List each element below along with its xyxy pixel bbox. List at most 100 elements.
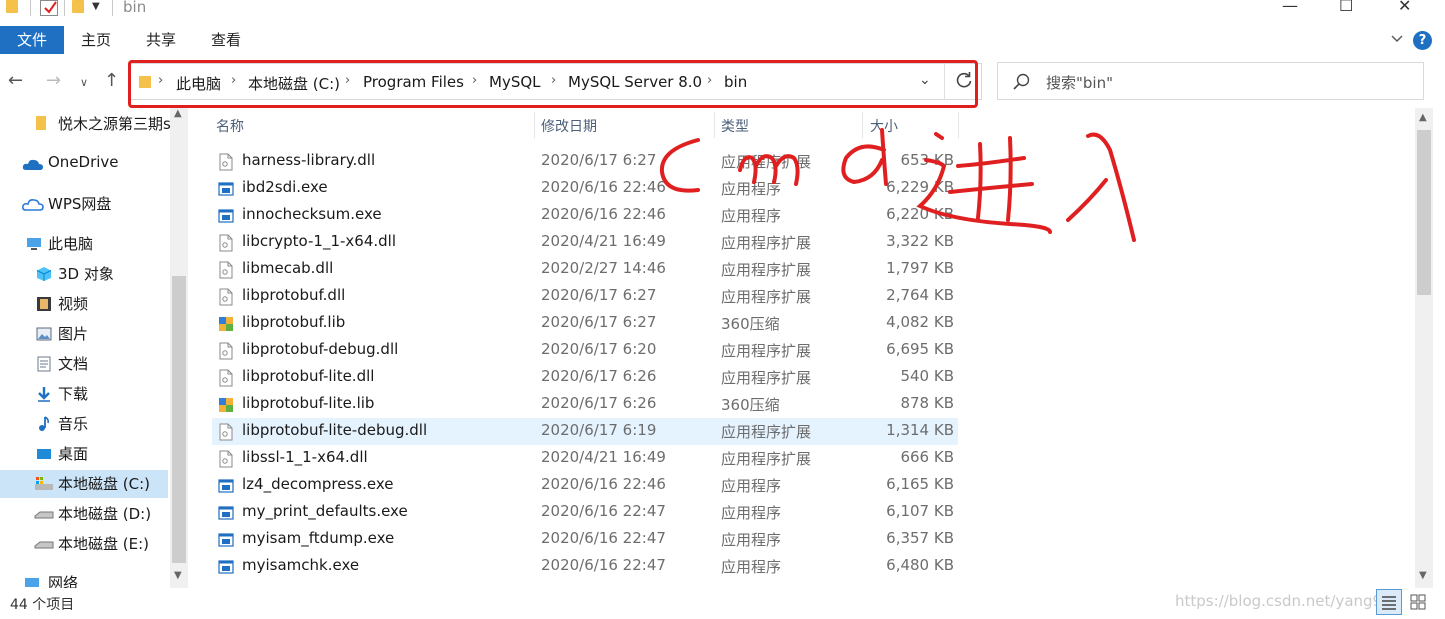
expand-ribbon-icon[interactable] (1390, 32, 1404, 46)
file-row[interactable]: lz4_decompress.exe 2020/6/16 22:46 应用程序 6,1… (212, 472, 958, 499)
divider (30, 0, 31, 16)
close-button[interactable]: ✕ (1398, 0, 1411, 15)
file-date: 2020/6/17 6:26 (541, 367, 657, 385)
file-date: 2020/4/21 16:49 (541, 448, 666, 466)
details-view-button[interactable] (1376, 589, 1402, 615)
maximize-button[interactable]: ☐ (1339, 0, 1353, 15)
file-size: 6,480 KB (886, 556, 954, 574)
sidebar-item-network[interactable]: 网络 (0, 570, 170, 588)
sidebar-item-desktop[interactable]: 桌面 (0, 440, 170, 468)
column-divider[interactable] (958, 112, 959, 138)
file-date: 2020/2/27 14:46 (541, 259, 666, 277)
sidebar-item-pictures[interactable]: 图片 (0, 320, 170, 348)
sidebar-item-local-disk-d[interactable]: 本地磁盘 (D:) (0, 500, 170, 528)
new-folder-icon[interactable] (72, 0, 84, 13)
item-count: 44 个项目 (10, 597, 75, 613)
file-type: 应用程序扩展 (721, 288, 812, 306)
search-icon (1013, 73, 1030, 90)
sidebar-item-music[interactable]: 音乐 (0, 410, 170, 438)
sidebar-item-yuemu[interactable]: 悦木之源第三期s (0, 110, 171, 138)
folder-icon[interactable] (6, 0, 18, 13)
sidebar-item-local-disk-c[interactable]: 本地磁盘 (C:) (0, 470, 168, 498)
file-name: libcrypto-1_1-x64.dll (242, 232, 397, 250)
onedrive-cloud-icon (22, 159, 43, 170)
file-date: 2020/6/16 22:47 (541, 556, 666, 574)
sidebar-item-label: 图片 (58, 325, 89, 343)
file-row[interactable]: libprotobuf-debug.dll 2020/6/17 6:20 应用程序扩… (212, 337, 958, 364)
tab-home[interactable]: 主页 (81, 26, 111, 54)
chevron-down-icon[interactable]: ▼ (92, 1, 100, 12)
status-bar: 44 个项目 https://blog.csdn.net/yang93 (0, 588, 1445, 619)
column-header-size[interactable]: 大小 (870, 116, 898, 136)
minimize-button[interactable]: — (1282, 0, 1298, 15)
file-row[interactable]: libprotobuf.dll 2020/6/17 6:27 应用程序扩展 2,764… (212, 283, 958, 310)
properties-icon[interactable] (40, 0, 58, 16)
sidebar-item-local-disk-e[interactable]: 本地磁盘 (E:) (0, 530, 170, 558)
file-date: 2020/6/17 6:27 (541, 313, 657, 331)
column-header-type[interactable]: 类型 (721, 116, 749, 136)
sidebar-item-this-pc[interactable]: 此电脑 (0, 230, 170, 258)
scroll-down-icon[interactable]: ▼ (1419, 570, 1427, 581)
column-header-modified[interactable]: 修改日期 (541, 116, 597, 136)
file-row[interactable]: myisam_ftdump.exe 2020/6/16 22:47 应用程序 6,35… (212, 526, 958, 553)
sidebar-item-downloads[interactable]: 下载 (0, 380, 170, 408)
file-list: 名称 修改日期 类型 大小 harness-library.dll 2020/6/… (190, 108, 1415, 588)
forward-icon[interactable]: → (46, 70, 61, 91)
file-name: libprotobuf.dll (242, 286, 346, 304)
file-name: ibd2sdi.exe (242, 178, 328, 196)
tab-file[interactable]: 文件 (0, 26, 64, 54)
scroll-up-icon[interactable]: ▲ (1419, 112, 1427, 123)
sidebar-item-onedrive[interactable]: OneDrive (0, 150, 170, 178)
file-row[interactable]: ibd2sdi.exe 2020/6/16 22:46 应用程序 6,229 KB (212, 175, 958, 202)
drive-icon (35, 477, 53, 490)
file-row[interactable]: my_print_defaults.exe 2020/6/16 22:47 应用程序… (212, 499, 958, 526)
wps-cloud-icon (22, 199, 44, 211)
search-input[interactable]: 搜索"bin" (1046, 72, 1113, 93)
column-divider[interactable] (534, 112, 535, 138)
title-bar: ▼ bin — ☐ ✕ (0, 0, 1445, 22)
file-row[interactable]: libcrypto-1_1-x64.dll 2020/4/21 16:49 应用程序… (212, 229, 958, 256)
tab-view[interactable]: 查看 (211, 26, 241, 54)
file-row[interactable]: myisamchk.exe 2020/6/16 22:47 应用程序 6,480 KB (212, 553, 958, 580)
scrollbar-thumb[interactable] (172, 276, 186, 563)
drive-icon (34, 541, 54, 549)
scroll-up-icon[interactable]: ▲ (174, 108, 182, 119)
music-icon (39, 416, 49, 431)
file-row[interactable]: libprotobuf-lite.dll 2020/6/17 6:26 应用程序扩展… (212, 364, 958, 391)
file-row[interactable]: harness-library.dll 2020/6/17 6:27 应用程序扩展 6… (212, 148, 958, 175)
file-row[interactable]: libprotobuf-lite-debug.dll 2020/6/17 6:19… (212, 418, 958, 445)
file-name: libssl-1_1-x64.dll (242, 448, 368, 466)
file-name: libprotobuf-lite.dll (242, 367, 375, 385)
file-row[interactable]: libssl-1_1-x64.dll 2020/4/21 16:49 应用程序扩展 6… (212, 445, 958, 472)
column-divider[interactable] (862, 112, 863, 138)
file-type: 应用程序扩展 (721, 342, 812, 360)
file-size: 6,220 KB (886, 205, 954, 223)
up-icon[interactable]: ↑ (104, 70, 119, 91)
sidebar-scrollbar[interactable]: ▲ ▼ (170, 108, 188, 588)
column-header-name[interactable]: 名称 (216, 116, 244, 136)
sidebar-item-videos[interactable]: 视频 (0, 290, 170, 318)
scrollbar-thumb[interactable] (1417, 130, 1431, 295)
sidebar-item-wps[interactable]: WPS网盘 (0, 190, 170, 218)
file-row[interactable]: libprotobuf-lite.lib 2020/6/17 6:26 360压缩 8… (212, 391, 958, 418)
back-icon[interactable]: ← (8, 70, 23, 91)
network-icon (25, 578, 39, 587)
file-size: 653 KB (900, 151, 954, 169)
file-type: 应用程序扩展 (721, 153, 812, 171)
sidebar-item-3d-objects[interactable]: 3D 对象 (0, 260, 170, 288)
search-box[interactable]: 搜索"bin" (997, 62, 1424, 100)
large-icons-view-icon[interactable] (1408, 592, 1428, 612)
file-list-scrollbar[interactable]: ▲ ▼ (1415, 108, 1433, 588)
file-type: 应用程序扩展 (721, 369, 812, 387)
tab-share[interactable]: 共享 (146, 26, 176, 54)
sidebar-item-documents[interactable]: 文档 (0, 350, 170, 378)
recent-chevron-icon[interactable]: ∨ (80, 76, 88, 89)
help-icon[interactable]: ? (1413, 31, 1432, 50)
file-size: 6,107 KB (886, 502, 954, 520)
file-type: 应用程序扩展 (721, 234, 812, 252)
file-row[interactable]: libprotobuf.lib 2020/6/17 6:27 360压缩 4,082 … (212, 310, 958, 337)
scroll-down-icon[interactable]: ▼ (174, 570, 182, 581)
file-row[interactable]: innochecksum.exe 2020/6/16 22:46 应用程序 6,220… (212, 202, 958, 229)
file-row[interactable]: libmecab.dll 2020/2/27 14:46 应用程序扩展 1,797 K… (212, 256, 958, 283)
column-divider[interactable] (714, 112, 715, 138)
